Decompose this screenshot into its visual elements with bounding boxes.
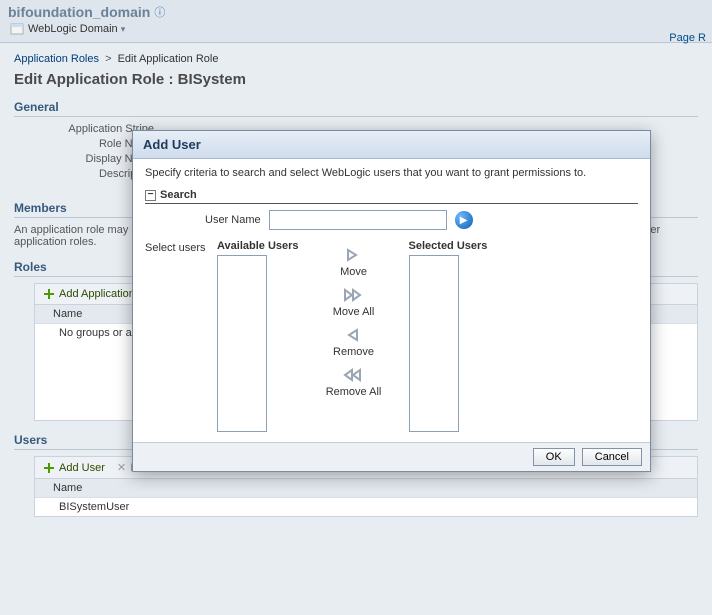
dialog-title: Add User xyxy=(133,131,650,159)
move-label: Move xyxy=(340,266,367,278)
breadcrumb-current: Edit Application Role xyxy=(118,53,219,65)
selected-users-header: Selected Users xyxy=(409,240,488,252)
weblogic-domain-icon xyxy=(10,22,24,36)
available-users-list[interactable] xyxy=(217,255,267,432)
dialog-instructions: Specify criteria to search and select We… xyxy=(145,167,638,179)
page-refresh-link[interactable]: Page R xyxy=(669,32,706,44)
delete-icon: ✕ xyxy=(117,461,126,474)
user-name-field-label: User Name xyxy=(205,214,261,226)
user-cell: BISystemUser xyxy=(35,498,697,517)
chevron-down-icon: ▾ xyxy=(121,24,126,34)
search-label: Search xyxy=(160,189,197,201)
cancel-button[interactable]: Cancel xyxy=(582,448,642,466)
plus-icon xyxy=(43,288,55,300)
collapse-icon: − xyxy=(145,190,156,201)
ok-button[interactable]: OK xyxy=(533,448,575,466)
arrow-right-icon: ▶ xyxy=(460,215,468,226)
remove-all-icon[interactable] xyxy=(343,368,365,382)
remove-label: Remove xyxy=(333,346,374,358)
info-icon[interactable]: ⓘ xyxy=(154,4,165,20)
move-icon[interactable] xyxy=(345,248,363,262)
select-users-label: Select users xyxy=(145,240,207,254)
add-user-label: Add User xyxy=(59,462,105,474)
domain-title-text: bifoundation_domain xyxy=(8,4,150,20)
plus-icon xyxy=(43,462,55,474)
breadcrumb-root[interactable]: Application Roles xyxy=(14,53,99,65)
add-user-dialog: Add User Specify criteria to search and … xyxy=(132,130,651,472)
page-title: Edit Application Role : BISystem xyxy=(14,71,698,88)
domain-title: bifoundation_domain ⓘ xyxy=(8,4,704,20)
search-go-button[interactable]: ▶ xyxy=(455,211,473,229)
move-all-icon[interactable] xyxy=(343,288,365,302)
move-all-label: Move All xyxy=(333,306,375,318)
weblogic-domain-menu[interactable]: WebLogic Domain ▾ xyxy=(28,23,125,35)
selected-users-list[interactable] xyxy=(409,255,459,432)
available-users-header: Available Users xyxy=(217,240,299,252)
general-section-header: General xyxy=(14,100,698,117)
weblogic-domain-label: WebLogic Domain xyxy=(28,23,118,35)
remove-icon[interactable] xyxy=(345,328,363,342)
search-section-header[interactable]: − Search xyxy=(145,189,638,204)
table-row[interactable]: BISystemUser xyxy=(35,498,697,517)
add-user-button[interactable]: Add User xyxy=(43,462,105,474)
breadcrumb: Application Roles > Edit Application Rol… xyxy=(14,53,698,65)
remove-all-label: Remove All xyxy=(326,386,382,398)
users-col-name: Name xyxy=(35,479,697,498)
user-name-input[interactable] xyxy=(269,210,447,230)
